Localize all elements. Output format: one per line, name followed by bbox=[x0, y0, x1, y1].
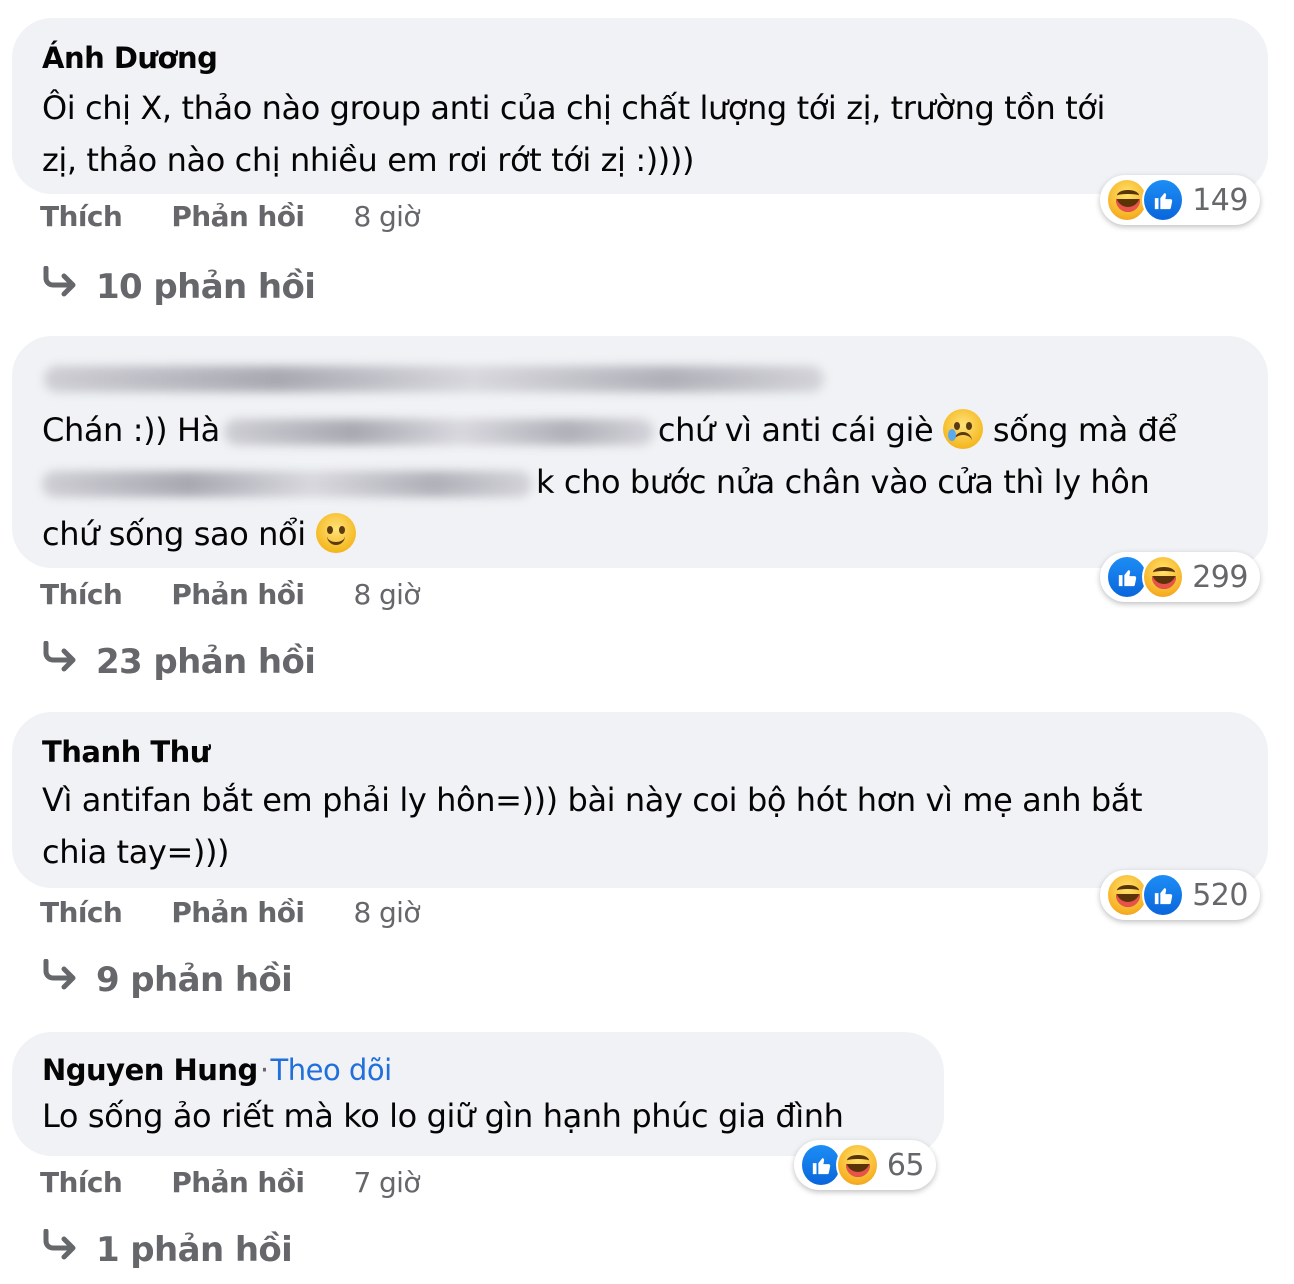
view-replies-link[interactable]: 10 phản hồi bbox=[40, 265, 316, 307]
comment-bubble: Ánh Dương Ôi chị X, thảo nào group anti … bbox=[12, 18, 1268, 194]
reaction-summary[interactable]: 520 bbox=[1100, 870, 1260, 920]
comment-text-segment: chứ vì anti cái giè bbox=[657, 411, 934, 449]
comment-timestamp[interactable]: 7 giờ bbox=[353, 1166, 420, 1200]
comment-text-line: Lo sống ảo riết mà ko lo giữ gìn hạnh ph… bbox=[42, 1097, 844, 1135]
comment-text-line: chứ sống sao nổi bbox=[42, 508, 1238, 560]
view-replies-link[interactable]: 23 phản hồi bbox=[40, 640, 316, 682]
comment-author[interactable]: Ánh Dương bbox=[42, 38, 1238, 78]
comment-author-line: Nguyen Hung·Theo dõi bbox=[42, 1050, 914, 1090]
blurred-author-name bbox=[44, 366, 824, 392]
comment-text-line: k cho bước nửa chân vào cửa thì ly hôn bbox=[42, 456, 1238, 508]
follow-link[interactable]: Theo dõi bbox=[271, 1053, 393, 1087]
like-button[interactable]: Thích bbox=[40, 200, 123, 234]
comment-timestamp[interactable]: 8 giờ bbox=[353, 578, 420, 612]
like-reaction-icon bbox=[1142, 178, 1185, 222]
reply-button[interactable]: Phản hồi bbox=[171, 896, 305, 930]
comment-author-blurred[interactable] bbox=[42, 358, 1238, 398]
comment-text-segment: sống mà để bbox=[992, 411, 1177, 449]
haha-reaction-icon bbox=[836, 1143, 879, 1187]
comment-timestamp[interactable]: 8 giờ bbox=[353, 200, 420, 234]
reaction-count: 520 bbox=[1192, 877, 1248, 913]
reply-button[interactable]: Phản hồi bbox=[171, 578, 305, 612]
like-button[interactable]: Thích bbox=[40, 1166, 123, 1200]
comment-bubble: Thanh Thư Vì antifan bắt em phải ly hôn=… bbox=[12, 712, 1268, 888]
comment-text-line: zị, thảo nào chị nhiều em rơi rớt tới zị… bbox=[42, 141, 695, 179]
reply-arrow-icon bbox=[40, 1228, 84, 1270]
smile-emoji-icon bbox=[315, 513, 356, 553]
comment-bubble: Chán :)) Hà chứ vì anti cái giè sống mà đ… bbox=[12, 336, 1268, 568]
reaction-count: 149 bbox=[1192, 182, 1248, 218]
like-button[interactable]: Thích bbox=[40, 896, 123, 930]
replies-count-label: 1 phản hồi bbox=[96, 1229, 293, 1270]
separator-dot: · bbox=[259, 1053, 269, 1087]
blurred-text bbox=[42, 471, 532, 497]
comment-text-segment: Chán :)) Hà bbox=[42, 411, 220, 449]
reply-arrow-icon bbox=[40, 265, 84, 307]
comment-author[interactable]: Nguyen Hung bbox=[42, 1053, 258, 1087]
reply-button[interactable]: Phản hồi bbox=[171, 1166, 305, 1200]
comment-actions: Thích Phản hồi 8 giờ bbox=[40, 896, 420, 930]
comment-actions: Thích Phản hồi 7 giờ bbox=[40, 1166, 420, 1200]
comment-text-segment: k cho bước nửa chân vào cửa thì ly hôn bbox=[536, 463, 1150, 501]
reaction-count: 65 bbox=[886, 1147, 925, 1183]
comment-text-line: chia tay=))) bbox=[42, 833, 230, 871]
view-replies-link[interactable]: 1 phản hồi bbox=[40, 1228, 293, 1270]
reaction-summary[interactable]: 149 bbox=[1100, 175, 1260, 225]
comment-text-line: Ôi chị X, thảo nào group anti của chị ch… bbox=[42, 89, 1105, 127]
replies-count-label: 23 phản hồi bbox=[96, 641, 316, 682]
reply-arrow-icon bbox=[40, 640, 84, 682]
reply-arrow-icon bbox=[40, 958, 84, 1000]
reaction-count: 299 bbox=[1192, 559, 1248, 595]
sad-emoji-icon bbox=[943, 409, 984, 449]
like-reaction-icon bbox=[1142, 873, 1185, 917]
reaction-summary[interactable]: 299 bbox=[1100, 552, 1260, 602]
haha-reaction-icon bbox=[1142, 555, 1185, 599]
comment-text-line: Vì antifan bắt em phải ly hôn=))) bài nà… bbox=[42, 781, 1143, 819]
reaction-summary[interactable]: 65 bbox=[794, 1140, 936, 1190]
comment-actions: Thích Phản hồi 8 giờ bbox=[40, 200, 420, 234]
comment-text-line: Chán :)) Hà chứ vì anti cái giè sống mà đ… bbox=[42, 404, 1238, 456]
comment-author[interactable]: Thanh Thư bbox=[42, 732, 1238, 772]
comment-timestamp[interactable]: 8 giờ bbox=[353, 896, 420, 930]
comment-bubble: Nguyen Hung·Theo dõi Lo sống ảo riết mà … bbox=[12, 1032, 944, 1156]
replies-count-label: 10 phản hồi bbox=[96, 266, 316, 307]
view-replies-link[interactable]: 9 phản hồi bbox=[40, 958, 293, 1000]
reply-button[interactable]: Phản hồi bbox=[171, 200, 305, 234]
replies-count-label: 9 phản hồi bbox=[96, 959, 293, 1000]
comment-actions: Thích Phản hồi 8 giờ bbox=[40, 578, 420, 612]
comment-text-segment: chứ sống sao nổi bbox=[42, 515, 306, 553]
blurred-text bbox=[223, 419, 654, 445]
like-button[interactable]: Thích bbox=[40, 578, 123, 612]
